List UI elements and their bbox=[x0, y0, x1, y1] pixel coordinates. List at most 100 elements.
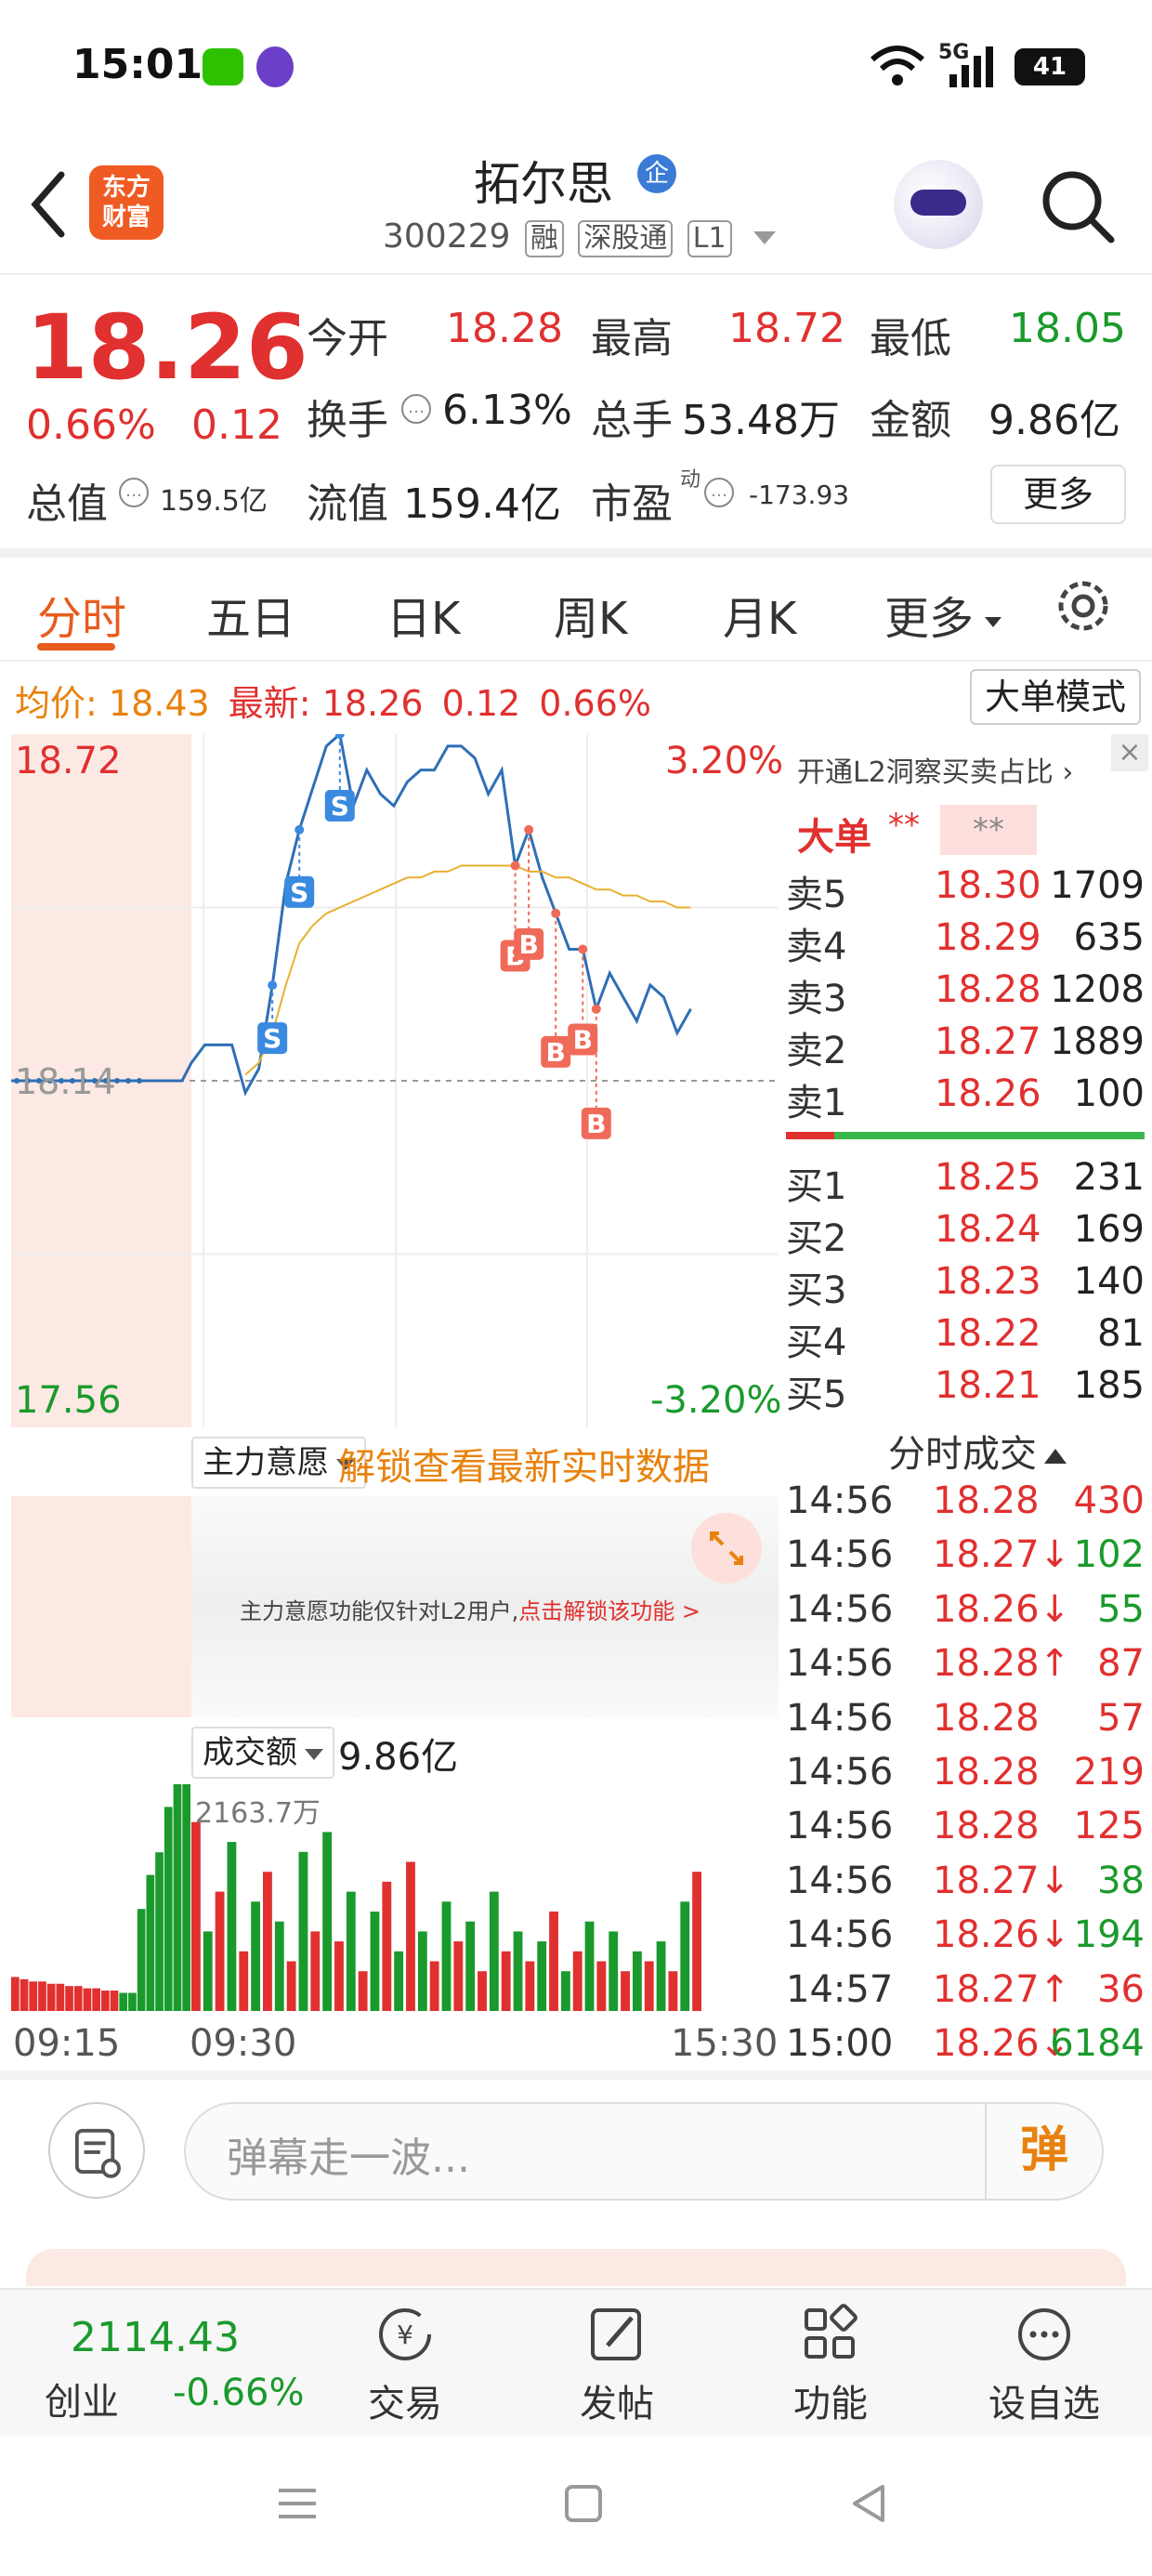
gear-icon[interactable] bbox=[1052, 574, 1115, 637]
bid-row[interactable]: 买4 18.22 81 bbox=[786, 1312, 1145, 1364]
status-bar: 15:01 5G 41 bbox=[0, 0, 1152, 139]
unlock-link[interactable]: 点击解锁该功能 > bbox=[518, 1598, 700, 1624]
bid-volume: 231 bbox=[1073, 1156, 1145, 1199]
back-triangle-icon[interactable] bbox=[847, 2481, 892, 2526]
tick-price: 18.26↓ bbox=[933, 1587, 1071, 1631]
bid-row[interactable]: 买5 18.21 185 bbox=[786, 1364, 1145, 1416]
back-arrow-icon[interactable] bbox=[26, 167, 72, 242]
bid-price: 18.21 bbox=[935, 1364, 1041, 1407]
tab-daily-k[interactable]: 日K bbox=[386, 582, 460, 647]
status-time: 15:01 bbox=[72, 41, 203, 88]
tick-price: 18.27↑ bbox=[933, 1967, 1071, 2011]
edit-icon bbox=[591, 2308, 641, 2360]
bid-row[interactable]: 买2 18.24 169 bbox=[786, 1208, 1145, 1260]
info-icon[interactable]: … bbox=[704, 478, 734, 507]
volume-bar bbox=[644, 1961, 654, 2011]
tick-volume: 6184 bbox=[1050, 2022, 1145, 2065]
index-percent[interactable]: -0.66% bbox=[173, 2372, 305, 2414]
tick-time: 14:56 bbox=[786, 1533, 894, 1577]
ask-row[interactable]: 卖2 18.27 1889 bbox=[786, 1020, 1145, 1072]
tick-time: 14:57 bbox=[786, 1967, 894, 2011]
open-value: 18.28 bbox=[446, 305, 563, 352]
ask-row[interactable]: 卖3 18.28 1208 bbox=[786, 968, 1145, 1020]
robot-assistant-avatar[interactable] bbox=[894, 160, 983, 249]
tick-volume: 194 bbox=[1073, 1913, 1145, 1957]
tick-volume: 57 bbox=[1097, 1696, 1145, 1740]
nav-add-watchlist[interactable]: 设自选 bbox=[979, 2301, 1109, 2427]
home-icon[interactable] bbox=[561, 2481, 606, 2526]
system-nav-bar bbox=[0, 2437, 1152, 2576]
volume-bar bbox=[73, 1986, 83, 2011]
bid-row[interactable]: 买3 18.23 140 bbox=[786, 1260, 1145, 1312]
tab-intraday[interactable]: 分时 bbox=[37, 582, 126, 647]
ticks-title: 分时成交 bbox=[888, 1433, 1037, 1476]
main-force-note-text: 主力意愿功能仅针对L2用户, bbox=[240, 1598, 519, 1624]
active-tab-indicator bbox=[37, 643, 115, 651]
info-icon[interactable]: … bbox=[401, 394, 431, 424]
volume-bar bbox=[251, 1901, 261, 2011]
volume-bar bbox=[286, 1961, 296, 2011]
enterprise-badge: 企 bbox=[637, 154, 676, 193]
buy-marker[interactable]: B bbox=[541, 908, 571, 1068]
app-logo[interactable]: 东方 财富 bbox=[89, 165, 164, 240]
danmu-settings-icon[interactable] bbox=[48, 2102, 145, 2199]
ask-row[interactable]: 卖5 18.30 1709 bbox=[786, 864, 1145, 916]
pre-market-shade bbox=[11, 1496, 191, 1717]
grid-icon bbox=[805, 2304, 857, 2359]
ask-row[interactable]: 卖4 18.29 635 bbox=[786, 916, 1145, 968]
ask-price: 18.28 bbox=[935, 968, 1041, 1011]
volume-bar bbox=[173, 1784, 182, 2011]
tick-price: 18.27↓ bbox=[933, 1533, 1071, 1577]
tab-five-day[interactable]: 五日 bbox=[206, 582, 295, 647]
expand-icon[interactable] bbox=[691, 1513, 762, 1584]
ticks-header[interactable]: 分时成交 bbox=[888, 1424, 1067, 1478]
volume-bar bbox=[334, 1941, 344, 2011]
intraday-price-chart[interactable]: SSSBBBBB bbox=[11, 734, 779, 1427]
bid-label: 买4 bbox=[786, 1321, 847, 1364]
volume-bar bbox=[358, 1971, 368, 2011]
sell-marker[interactable]: S bbox=[324, 734, 355, 821]
unlock-title[interactable]: 解锁查看最新实时数据 bbox=[338, 1437, 710, 1491]
tick-price: 18.28 bbox=[933, 1696, 1040, 1740]
promo-banner[interactable] bbox=[26, 2249, 1126, 2286]
chevron-down-icon[interactable] bbox=[753, 231, 777, 244]
ask-price: 18.27 bbox=[935, 1020, 1041, 1063]
volume-dropdown[interactable]: 成交额 bbox=[191, 1727, 334, 1779]
tick-price: 18.28 bbox=[933, 1751, 1040, 1794]
bid-label: 买1 bbox=[786, 1165, 847, 1208]
close-icon[interactable]: × bbox=[1111, 734, 1148, 771]
index-value[interactable]: 2114.43 bbox=[71, 2314, 240, 2361]
volume-bar bbox=[239, 1951, 249, 2011]
bid-row[interactable]: 买1 18.25 231 bbox=[786, 1156, 1145, 1208]
info-icon[interactable]: … bbox=[119, 478, 149, 507]
tab-more[interactable]: 更多 bbox=[884, 582, 1002, 647]
tab-monthly-k[interactable]: 月K bbox=[723, 582, 796, 647]
big-order-mode-button[interactable]: 大单模式 bbox=[970, 669, 1141, 725]
chart-up-percent: 3.20% bbox=[665, 740, 784, 782]
volume-chart[interactable] bbox=[11, 1784, 779, 2011]
nav-functions[interactable]: 功能 bbox=[766, 2301, 896, 2427]
bid-volume: 185 bbox=[1073, 1364, 1145, 1407]
volume-bar bbox=[101, 1991, 110, 2011]
nav-trade[interactable]: ¥ 交易 bbox=[340, 2301, 470, 2427]
index-name[interactable]: 创业 bbox=[45, 2372, 119, 2425]
ask-row[interactable]: 卖1 18.26 100 bbox=[786, 1072, 1145, 1124]
l2-upgrade-link[interactable]: 开通L2洞察买卖占比 › bbox=[797, 749, 1073, 790]
volume-bar bbox=[584, 1921, 595, 2011]
time-end-label: 15:30 bbox=[671, 2022, 779, 2065]
search-icon[interactable] bbox=[1039, 167, 1117, 245]
buy-marker[interactable]: B bbox=[514, 824, 544, 960]
more-button[interactable]: 更多 bbox=[990, 465, 1126, 524]
stock-code-line[interactable]: 300229 融 深股通 L1 bbox=[383, 217, 777, 257]
volume-bar bbox=[38, 1981, 46, 2011]
svg-text:B: B bbox=[573, 1025, 593, 1056]
tab-weekly-k[interactable]: 周K bbox=[554, 582, 627, 647]
danmu-send-button[interactable]: 弹 bbox=[985, 2104, 1102, 2199]
nav-post[interactable]: 发帖 bbox=[552, 2301, 682, 2427]
indicator-dropdown-label: 主力意愿 bbox=[203, 1444, 329, 1481]
tick-time: 14:56 bbox=[786, 1751, 894, 1794]
high-value: 18.72 bbox=[728, 305, 845, 352]
menu-icon[interactable] bbox=[275, 2481, 320, 2526]
latest-label: 最新: bbox=[228, 683, 311, 724]
ask-label: 卖5 bbox=[786, 874, 847, 916]
